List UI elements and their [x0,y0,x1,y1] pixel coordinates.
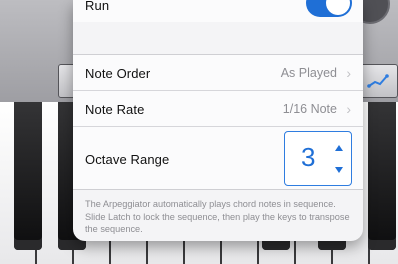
arpeggiator-description: The Arpeggiator automatically plays chor… [85,199,350,234]
toggle-knob [326,0,350,15]
black-key[interactable] [14,102,42,250]
octave-range-label: Octave Range [85,152,170,167]
arpeggiator-icon [367,74,389,88]
triangle-up-icon[interactable] [332,142,346,154]
note-rate-label: Note Rate [85,102,145,117]
run-label: Run [85,0,110,13]
note-order-row[interactable]: Note Order As Played › [73,54,363,90]
run-row: Run [73,0,363,22]
octave-range-stepper[interactable]: 3 [284,131,352,186]
chevron-right-icon: › [346,65,351,81]
octave-range-row: Octave Range 3 [73,126,363,190]
arpeggiator-popover: Run Note Order As Played › Note Rate 1/1… [73,0,363,241]
black-key[interactable] [368,102,396,250]
note-order-value: As Played [280,66,337,80]
run-toggle[interactable] [306,0,352,17]
note-rate-row[interactable]: Note Rate 1/16 Note › [73,90,363,126]
chevron-right-icon: › [346,101,351,117]
octave-range-value: 3 [301,142,316,172]
triangle-down-icon[interactable] [332,164,346,176]
note-rate-value: 1/16 Note [282,102,337,116]
note-order-label: Note Order [85,66,151,81]
